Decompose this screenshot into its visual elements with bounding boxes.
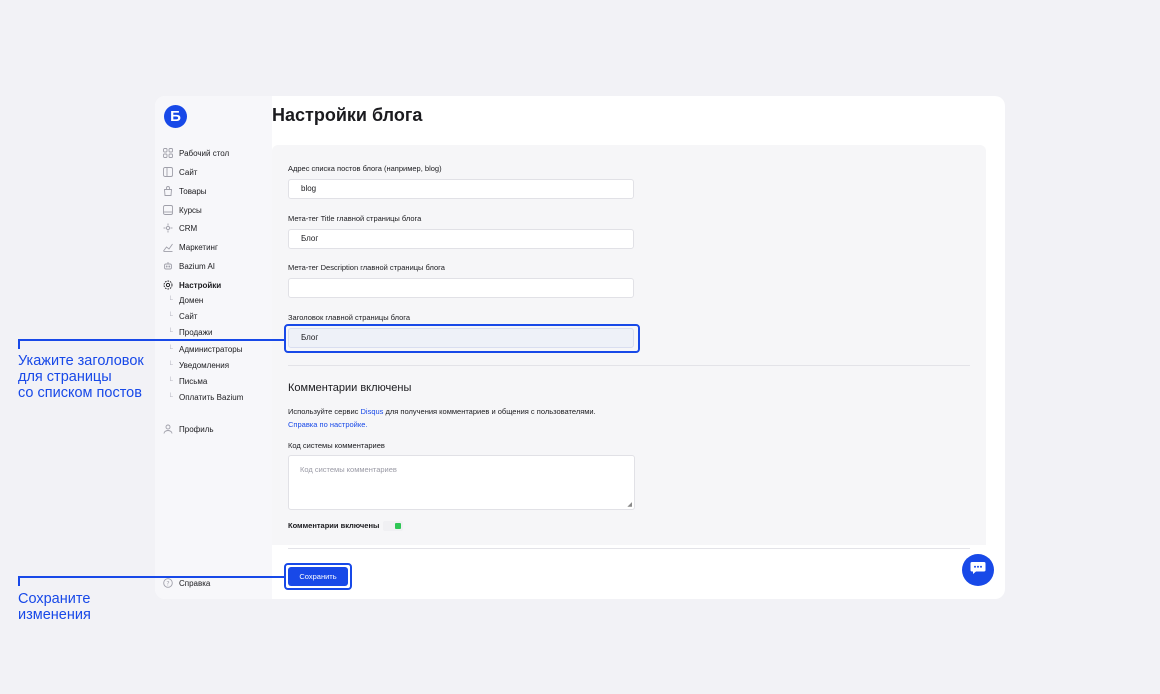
sidebar-item-courses[interactable]: Курсы — [162, 202, 202, 218]
resize-handle-icon[interactable]: ◢ — [627, 501, 632, 508]
branch-icon: └ — [168, 345, 173, 353]
page-title: Настройки блога — [272, 105, 423, 125]
sidebar-subitem-label: Продажи — [179, 327, 213, 337]
sidebar-subitem-admins[interactable]: └ Администраторы — [168, 342, 242, 356]
comment-code-textarea[interactable]: Код системы комментариев ◢ — [288, 455, 635, 510]
sidebar-item-label: Справка — [179, 578, 211, 588]
sidebar-item-label: CRM — [179, 223, 198, 233]
sidebar-subitem-label: Администраторы — [179, 344, 243, 354]
branch-icon: └ — [168, 361, 173, 369]
meta-title-input[interactable]: Блог — [288, 229, 634, 249]
help-icon: ? — [162, 577, 174, 589]
main-heading-highlight — [284, 324, 640, 353]
sidebar-item-site[interactable]: Сайт — [162, 164, 197, 180]
meta-description-input[interactable] — [288, 278, 634, 298]
comments-toggle[interactable] — [383, 521, 403, 531]
user-icon — [162, 423, 174, 435]
sidebar-item-label: Сайт — [179, 167, 198, 177]
sidebar-subitem-sales[interactable]: └ Продажи — [168, 325, 212, 339]
sidebar-subitem-label: Письма — [179, 376, 208, 386]
sidebar-item-label: Курсы — [179, 205, 202, 215]
dashboard-icon — [162, 147, 174, 159]
meta-title-label: Мета-тег Title главной страницы блога — [288, 214, 422, 223]
comments-section-title: Комментарии включены — [288, 382, 412, 394]
sidebar-item-profile[interactable]: Профиль — [162, 421, 214, 437]
branch-icon: └ — [168, 393, 173, 401]
sidebar-item-label: Bazium AI — [179, 261, 216, 271]
sidebar-item-settings[interactable]: Настройки — [162, 277, 221, 293]
sidebar-item-label: Профиль — [179, 424, 214, 434]
sidebar-item-label: Товары — [179, 186, 207, 196]
marketing-icon — [162, 241, 174, 253]
footer-divider — [288, 548, 970, 549]
sidebar-subitem-domain[interactable]: └ Домен — [168, 293, 203, 307]
sidebar-item-dashboard[interactable]: Рабочий стол — [162, 145, 229, 161]
sidebar-item-help[interactable]: ? Справка — [162, 577, 210, 589]
sidebar-subitem-notifications[interactable]: └ Уведомления — [168, 358, 229, 372]
sidebar-item-label: Настройки — [179, 280, 222, 290]
sidebar-subitem-label: Сайт — [179, 311, 198, 321]
sidebar-subitem-emails[interactable]: └ Письма — [168, 374, 207, 388]
sidebar-item-marketing[interactable]: Маркетинг — [162, 239, 218, 255]
site-icon — [162, 166, 174, 178]
heading-callout-tick — [18, 339, 20, 349]
save-callout-line — [18, 576, 284, 578]
chat-icon — [970, 561, 986, 580]
bag-icon — [162, 185, 174, 197]
section-divider — [288, 365, 970, 366]
meta-description-label: Мета-тег Description главной страницы бл… — [288, 263, 445, 272]
comments-toggle-label: Комментарии включены — [288, 521, 380, 530]
gear-icon — [162, 279, 174, 291]
main-heading-label: Заголовок главной страницы блога — [288, 313, 410, 322]
ai-icon — [162, 260, 174, 272]
sidebar-item-products[interactable]: Товары — [162, 183, 207, 199]
save-callout-tick — [18, 576, 20, 586]
sidebar-item-label: Рабочий стол — [179, 148, 230, 158]
sidebar-subitem-label: Оплатить Bazium — [179, 392, 244, 402]
sidebar-subitem-pay-bazium[interactable]: └ Оплатить Bazium — [168, 390, 243, 404]
sidebar-item-label: Маркетинг — [179, 242, 218, 252]
comments-desc-before: Используйте сервис — [288, 407, 361, 416]
posts-url-input[interactable]: blog — [288, 179, 634, 199]
sidebar-subitem-label: Домен — [179, 295, 204, 305]
posts-url-label: Адрес списка постов блога (например, blo… — [288, 164, 442, 173]
comments-desc-after: для получения комментариев и общения с п… — [383, 407, 596, 416]
course-icon — [162, 204, 174, 216]
comment-code-placeholder: Код системы комментариев — [300, 465, 397, 474]
sidebar-item-bazium-ai[interactable]: Bazium AI — [162, 258, 215, 274]
heading-callout-text: Укажите заголовок для страницы со списко… — [18, 353, 144, 401]
setup-help-link[interactable]: Справка по настройке. — [288, 420, 367, 429]
save-button-highlight — [284, 563, 352, 590]
comments-description: Используйте сервис Disqus для получения … — [288, 407, 596, 416]
sidebar-subitem-site[interactable]: └ Сайт — [168, 309, 197, 323]
branch-icon: └ — [168, 312, 173, 320]
comment-code-label: Код системы комментариев — [288, 441, 385, 450]
chat-button[interactable] — [962, 554, 994, 586]
sidebar-item-crm[interactable]: CRM — [162, 220, 197, 236]
branch-icon: └ — [168, 296, 173, 304]
disqus-link[interactable]: Disqus — [361, 407, 384, 416]
toggle-knob — [395, 523, 401, 529]
branch-icon: └ — [168, 328, 173, 336]
heading-callout-line — [18, 339, 284, 341]
save-callout-text: Сохраните изменения — [18, 591, 91, 623]
branch-icon: └ — [168, 377, 173, 385]
svg-text:?: ? — [166, 580, 169, 587]
logo-icon[interactable]: Б — [164, 105, 187, 128]
sidebar-subitem-label: Уведомления — [179, 360, 230, 370]
crm-icon — [162, 222, 174, 234]
